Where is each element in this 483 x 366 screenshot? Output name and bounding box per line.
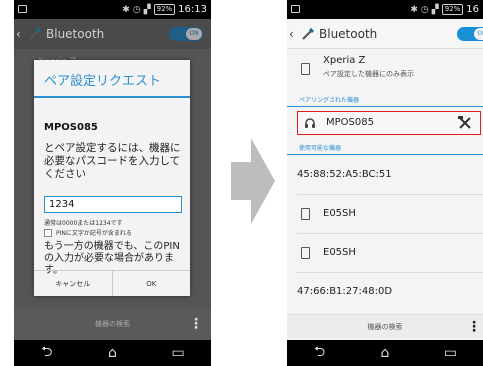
pin-input[interactable] <box>44 196 182 213</box>
available-device-row[interactable]: E05SH <box>287 195 483 233</box>
right-phone-screen: ✱ ◷ ▞ 92% 16 ‹ Bluetooth ON Xperia Z <box>287 0 483 366</box>
page-title: Bluetooth <box>319 26 378 41</box>
pairing-dialog: ペア設定リクエスト MPOS085 とペア設定するには、機器に必要なパスコードを… <box>34 60 190 296</box>
checkbox-box[interactable] <box>44 228 52 237</box>
network-icon: ▞ <box>143 4 151 15</box>
available-device-name: E05SH <box>323 208 356 219</box>
dialog-divider <box>34 96 190 98</box>
paired-device-row[interactable]: MPOS085 <box>297 111 481 135</box>
pin-hint: 通常は0000または1234です <box>44 220 123 227</box>
own-device-row[interactable]: Xperia Z ペア設定した機器にのみ表示 <box>287 49 483 93</box>
signal-icon: ✱ <box>410 4 418 15</box>
overflow-menu-icon[interactable]: ⋮ <box>189 317 203 331</box>
notification-icon <box>291 5 300 13</box>
dialog-device-name: MPOS085 <box>44 122 98 133</box>
status-bar: ✱ ◷ ▞ 92% 16:13 <box>14 0 211 19</box>
search-devices-bar: 機器の検索 ⋮ <box>287 314 483 338</box>
own-device-name: Xperia Z <box>323 55 366 66</box>
dialog-message: とペア設定するには、機器に必要なパスコードを入力してください <box>44 142 181 180</box>
available-device-name: E05SH <box>323 247 356 258</box>
paired-device-name: MPOS085 <box>326 117 374 128</box>
nav-home-icon[interactable]: ⌂ <box>92 345 132 361</box>
cancel-button[interactable]: キャンセル <box>34 271 112 296</box>
bluetooth-toggle[interactable]: ON <box>169 27 203 41</box>
status-icons: ✱ ◷ ▞ 92% 16 <box>410 4 479 15</box>
clock: 16 <box>466 4 479 15</box>
network-icon: ▞ <box>431 4 439 15</box>
navigation-bar: ⮌ ⌂ ▭ <box>287 340 483 366</box>
phone-icon <box>301 247 310 259</box>
navigation-bar: ⮌ ⌂ ▭ <box>14 340 211 366</box>
nav-recent-icon[interactable]: ▭ <box>158 345 198 361</box>
battery-icon: 92% <box>441 4 464 15</box>
phone-icon <box>301 63 310 75</box>
search-devices-button[interactable]: 機器の検索 <box>368 322 403 332</box>
alarm-icon: ◷ <box>420 4 429 15</box>
available-devices-header-label: 使用可能な機器 <box>299 145 342 152</box>
signal-icon: ✱ <box>122 4 130 15</box>
nav-home-icon[interactable]: ⌂ <box>365 345 405 361</box>
nav-recent-icon[interactable]: ▭ <box>430 345 470 361</box>
available-device-row[interactable]: 47:66:B1:27:48:0D <box>287 273 483 311</box>
clock: 16:13 <box>178 4 207 15</box>
nav-back-icon[interactable]: ⮌ <box>300 341 340 365</box>
own-device-visibility: ペア設定した機器にのみ表示 <box>323 70 414 78</box>
alarm-icon: ◷ <box>132 4 141 15</box>
checkbox-label: PINに文字か記号が含まれる <box>56 230 132 237</box>
device-settings-icon[interactable] <box>458 116 472 130</box>
toggle-knob: ON <box>186 28 202 40</box>
action-bar: ‹ Bluetooth ON <box>287 19 483 49</box>
page-title: Bluetooth <box>46 27 105 41</box>
ok-button[interactable]: OK <box>111 271 191 296</box>
bluetooth-icon <box>302 27 315 40</box>
bluetooth-toggle[interactable]: ON <box>457 27 483 41</box>
available-devices-header: 使用可能な機器 <box>287 141 483 155</box>
nav-back-icon[interactable]: ⮌ <box>27 341 67 365</box>
left-phone-screen: ✱ ◷ ▞ 92% 16:13 ‹ Bluetooth ON Xperia Z … <box>14 0 211 366</box>
status-icons: ✱ ◷ ▞ 92% 16:13 <box>122 4 207 15</box>
transition-arrow-icon <box>231 138 275 224</box>
headset-icon <box>305 118 315 128</box>
status-bar: ✱ ◷ ▞ 92% 16 <box>287 0 483 19</box>
search-devices-bar: 機器の検索 ⋮ <box>14 312 211 336</box>
available-device-name: 47:66:B1:27:48:0D <box>297 286 393 297</box>
available-device-name: 45:88:52:A5:BC:51 <box>297 169 392 180</box>
toggle-knob: ON <box>474 28 483 40</box>
bluetooth-icon <box>29 27 42 40</box>
screenshot-composite: ✱ ◷ ▞ 92% 16:13 ‹ Bluetooth ON Xperia Z … <box>0 0 483 366</box>
paired-devices-header: ペアリングされた機器 <box>287 93 483 107</box>
back-arrow[interactable]: ‹ <box>289 27 301 41</box>
back-arrow[interactable]: ‹ <box>16 27 28 41</box>
dialog-buttons: キャンセル OK <box>34 270 190 296</box>
paired-devices-header-label: ペアリングされた機器 <box>299 97 360 104</box>
available-device-row[interactable]: 45:88:52:A5:BC:51 <box>287 156 483 194</box>
battery-icon: 92% <box>153 4 176 15</box>
available-device-row[interactable]: E05SH <box>287 234 483 272</box>
dialog-title: ペア設定リクエスト <box>44 74 162 89</box>
phone-icon <box>301 208 310 220</box>
action-bar: ‹ Bluetooth ON <box>14 19 211 49</box>
search-devices-button[interactable]: 機器の検索 <box>95 319 130 329</box>
pin-symbols-checkbox[interactable]: PINに文字か記号が含まれる <box>44 228 132 237</box>
overflow-menu-icon[interactable]: ⋮ <box>467 320 481 334</box>
notification-icon <box>18 5 27 13</box>
